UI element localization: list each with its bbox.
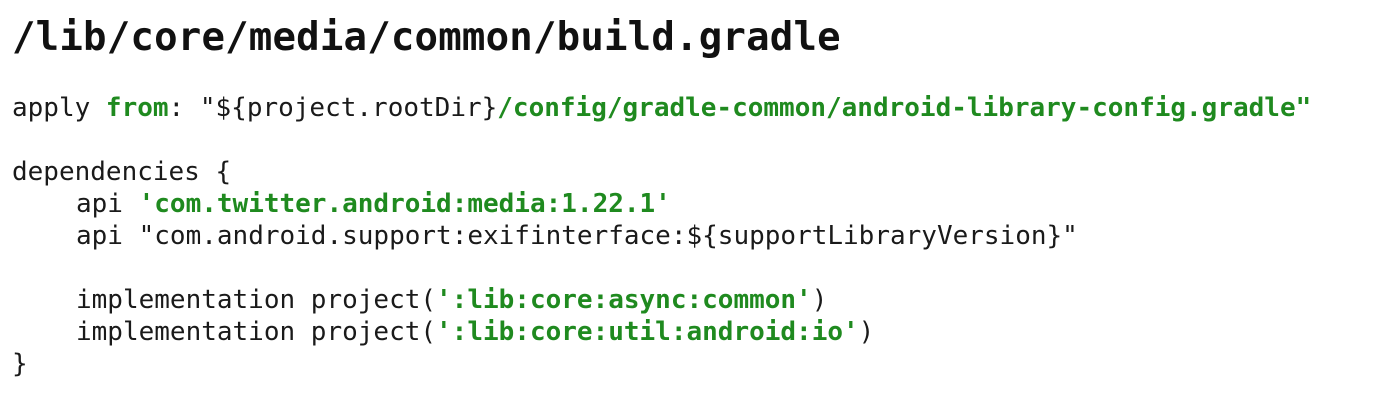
api-keyword: api — [76, 221, 139, 251]
implementation-keyword: implementation project( — [76, 317, 437, 347]
apply-keyword: apply — [12, 93, 106, 123]
code-line-api-2: api "com.android.support:exifinterface:$… — [12, 220, 1311, 252]
apply-string-path: /config/gradle-common/android-library-co… — [497, 93, 1312, 123]
api-value-string: "com.android.support:exifinterface:${sup… — [138, 221, 1078, 251]
code-line-apply: apply from: "${project.rootDir}/config/g… — [12, 92, 1311, 124]
implementation-value-string: ':lib:core:async:common' — [436, 285, 812, 315]
code-line-api-1: api 'com.twitter.android:media:1.22.1' — [12, 188, 1311, 220]
from-keyword: from — [105, 93, 169, 123]
code-block: apply from: "${project.rootDir}/config/g… — [12, 92, 1311, 380]
dependencies-close: } — [12, 349, 28, 379]
api-value-string: 'com.twitter.android:media:1.22.1' — [138, 189, 671, 219]
dependencies-open: dependencies { — [12, 157, 232, 187]
implementation-close-paren: ) — [858, 317, 875, 347]
implementation-close-paren: ) — [811, 285, 828, 315]
apply-colon: : — [168, 93, 200, 123]
implementation-value-string: ':lib:core:util:android:io' — [436, 317, 859, 347]
api-keyword: api — [76, 189, 139, 219]
code-line-dependencies-open: dependencies { — [12, 156, 1311, 188]
implementation-keyword: implementation project( — [76, 285, 437, 315]
apply-string-prefix: "${project.rootDir} — [199, 93, 498, 123]
code-line-implementation-1: implementation project(':lib:core:async:… — [12, 284, 1311, 316]
file-path-title: /lib/core/media/common/build.gradle — [12, 15, 841, 60]
code-line-implementation-2: implementation project(':lib:core:util:a… — [12, 316, 1311, 348]
code-line-dependencies-close: } — [12, 348, 1311, 380]
